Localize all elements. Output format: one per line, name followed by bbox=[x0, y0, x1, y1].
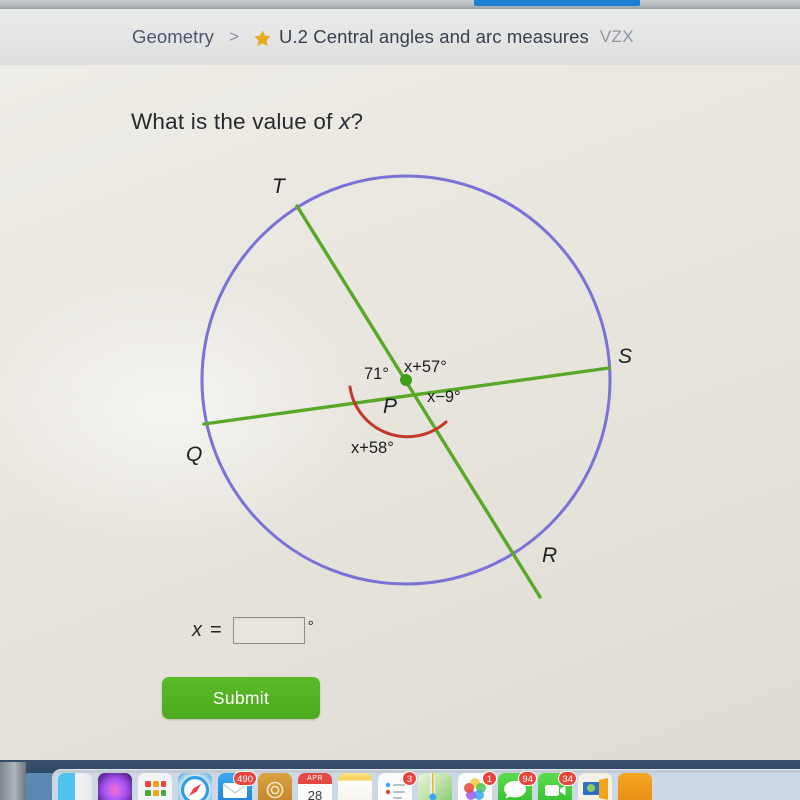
angle-label-QPR: x+58° bbox=[351, 439, 394, 457]
answer-equals-sign: = bbox=[210, 619, 222, 641]
dock-icon-launchpad[interactable] bbox=[138, 773, 172, 800]
dock-icon-calendar[interactable]: APR 28 bbox=[298, 773, 332, 800]
breadcrumb-skill-title: U.2 Central angles and arc measures bbox=[278, 26, 589, 47]
dock-badge-mail: 490 bbox=[233, 771, 257, 786]
dock-icon-messages[interactable]: 94 bbox=[498, 771, 537, 800]
dock-icon-facetime[interactable]: 34 bbox=[538, 771, 577, 800]
laptop-side-bezel bbox=[0, 762, 26, 800]
answer-row: x = ° bbox=[192, 617, 314, 644]
answer-input[interactable] bbox=[232, 617, 305, 644]
circle-diagram bbox=[200, 174, 612, 599]
dock-badge-photos: 1 bbox=[482, 771, 497, 786]
macos-dock: 490 APR 28 3 1 94 34 bbox=[0, 760, 800, 800]
dock-icon-mail[interactable]: 490 bbox=[218, 771, 257, 800]
dock-badge-reminders: 3 bbox=[402, 771, 417, 786]
dock-icon-notes[interactable] bbox=[338, 773, 372, 800]
dock-icon-photos[interactable]: 1 bbox=[458, 771, 497, 800]
skill-header-bar: Geometry > U.2 Central angles and arc me… bbox=[0, 9, 800, 65]
breadcrumb-subject[interactable]: Geometry bbox=[132, 26, 214, 48]
dock-icon-finder[interactable] bbox=[58, 773, 92, 800]
browser-tab-indicator[interactable] bbox=[474, 0, 640, 6]
answer-variable-label: x bbox=[192, 619, 202, 641]
degree-symbol: ° bbox=[307, 618, 314, 635]
chord-TR bbox=[295, 204, 542, 599]
breadcrumb-skill-code: VZX bbox=[599, 27, 634, 46]
dock-icon-reminders[interactable]: 3 bbox=[378, 771, 417, 800]
dock-icon-safari[interactable] bbox=[178, 773, 212, 800]
breadcrumb: Geometry > U.2 Central angles and arc me… bbox=[132, 26, 634, 48]
angle-label-SPR: x−9° bbox=[427, 388, 461, 406]
point-label-S: S bbox=[618, 345, 633, 368]
dock-icon-maps[interactable] bbox=[418, 773, 452, 800]
dock-badge-facetime: 34 bbox=[558, 771, 577, 786]
star-icon[interactable] bbox=[253, 29, 272, 48]
dock-icon-keynote[interactable] bbox=[578, 773, 612, 800]
calendar-month-label: APR bbox=[298, 773, 332, 784]
calendar-day-label: 28 bbox=[298, 784, 332, 800]
dock-badge-messages: 94 bbox=[518, 771, 537, 786]
device-bezel bbox=[0, 0, 800, 9]
dock-icon-contacts[interactable] bbox=[258, 773, 292, 800]
question-page: What is the value of x? T S Q R P 71° x+… bbox=[0, 65, 800, 760]
angle-label-TPS: x+57° bbox=[404, 358, 447, 376]
screen-photo: Geometry > U.2 Central angles and arc me… bbox=[0, 0, 800, 800]
point-label-T: T bbox=[272, 175, 285, 198]
point-label-P: P bbox=[383, 395, 398, 418]
point-label-R: R bbox=[542, 544, 558, 567]
chevron-right-icon: > bbox=[229, 27, 239, 46]
dock-icon-list: 490 APR 28 3 1 94 34 bbox=[58, 771, 652, 800]
submit-button[interactable]: Submit bbox=[162, 677, 320, 719]
dock-icon-pages[interactable] bbox=[618, 773, 652, 800]
angle-label-TPQ: 71° bbox=[364, 365, 389, 383]
point-label-Q: Q bbox=[186, 443, 203, 466]
dock-icon-siri[interactable] bbox=[98, 773, 132, 800]
